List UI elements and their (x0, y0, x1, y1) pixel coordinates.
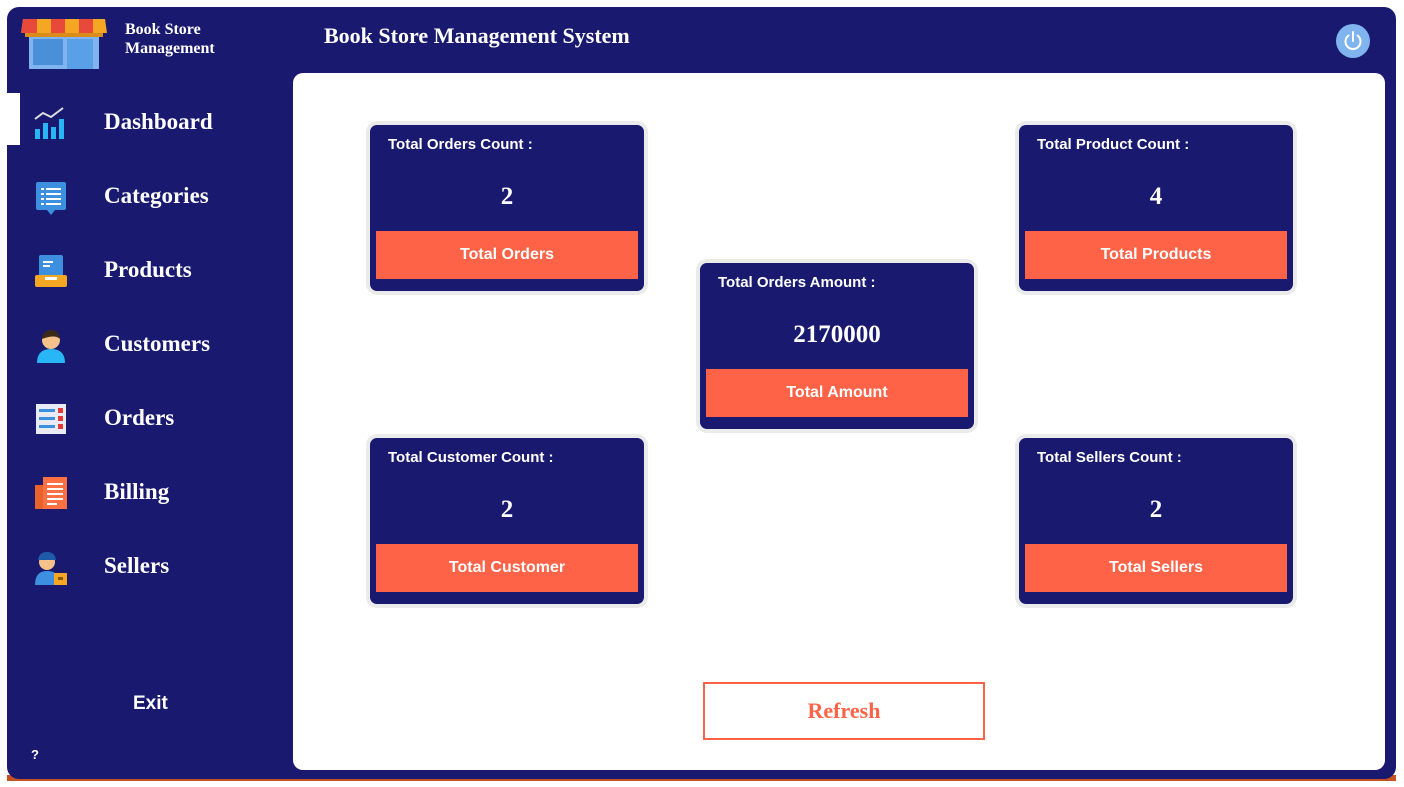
sidebar-label-categories: Categories (104, 183, 209, 208)
dashboard-panel: Total Orders Count : 2 Total Orders Tota… (293, 73, 1385, 770)
sellers-count-value: 2 (1149, 496, 1163, 523)
product-count-card: Total Product Count : 4 Total Products (1019, 125, 1293, 291)
total-sellers-button[interactable]: Total Sellers (1025, 544, 1287, 592)
dashboard-chart-icon (34, 107, 64, 139)
total-orders-button[interactable]: Total Orders (376, 231, 638, 279)
orders-amount-label: Total Orders Amount : (718, 274, 876, 291)
sidebar-item-orders[interactable]: Orders (7, 391, 287, 447)
sidebar-item-products[interactable]: Products (7, 243, 287, 299)
orders-count-value: 2 (500, 183, 514, 210)
sidebar-item-billing[interactable]: Billing (7, 465, 287, 521)
orders-amount-card: Total Orders Amount : 2170000 Total Amou… (700, 263, 974, 429)
sidebar-label-customers: Customers (104, 331, 211, 356)
customer-count-label: Total Customer Count : (388, 449, 554, 466)
orders-checklist-icon (36, 404, 66, 434)
customer-person-icon (37, 330, 65, 363)
sidebar-item-categories[interactable]: Categories (7, 169, 287, 225)
power-icon (1344, 31, 1362, 50)
sellers-count-card: Total Sellers Count : 2 Total Sellers (1019, 438, 1293, 604)
total-products-button[interactable]: Total Products (1025, 231, 1287, 279)
app-title: Book Store Management System (324, 23, 630, 48)
total-customer-button[interactable]: Total Customer (376, 544, 638, 592)
sidebar-label-orders: Orders (104, 405, 175, 430)
brand-line2: Management (125, 40, 215, 57)
orders-count-card: Total Orders Count : 2 Total Orders (370, 125, 644, 291)
sidebar-item-dashboard[interactable]: Dashboard (7, 95, 287, 151)
brand-line1: Book Store (125, 21, 201, 38)
categories-list-icon (36, 182, 66, 215)
sidebar-label-products: Products (104, 257, 192, 282)
sellers-count-label: Total Sellers Count : (1037, 449, 1182, 466)
orders-count-label: Total Orders Count : (388, 136, 533, 153)
help-button[interactable]: ? (31, 747, 39, 762)
sidebar-label-dashboard: Dashboard (104, 109, 213, 134)
sidebar-label-billing: Billing (104, 479, 170, 504)
customer-count-card: Total Customer Count : 2 Total Customer (370, 438, 644, 604)
product-count-label: Total Product Count : (1037, 136, 1190, 153)
store-logo-icon (21, 19, 107, 69)
sidebar-label-sellers: Sellers (104, 553, 170, 578)
brand-title: Book Store Management (125, 20, 255, 58)
billing-receipt-icon (35, 477, 67, 509)
power-button[interactable] (1336, 24, 1370, 58)
refresh-button[interactable]: Refresh (703, 682, 985, 740)
products-box-icon (35, 255, 67, 287)
orders-amount-value: 2170000 (793, 321, 881, 348)
app-window: Book Store Management Book Store Managem… (7, 7, 1396, 779)
exit-button[interactable]: Exit (133, 693, 168, 715)
product-count-value: 4 (1149, 183, 1163, 210)
total-amount-button[interactable]: Total Amount (706, 369, 968, 417)
seller-delivery-icon (35, 552, 67, 585)
customer-count-value: 2 (500, 496, 514, 523)
sidebar-item-sellers[interactable]: Sellers (7, 539, 287, 595)
sidebar-item-customers[interactable]: Customers (7, 317, 287, 373)
